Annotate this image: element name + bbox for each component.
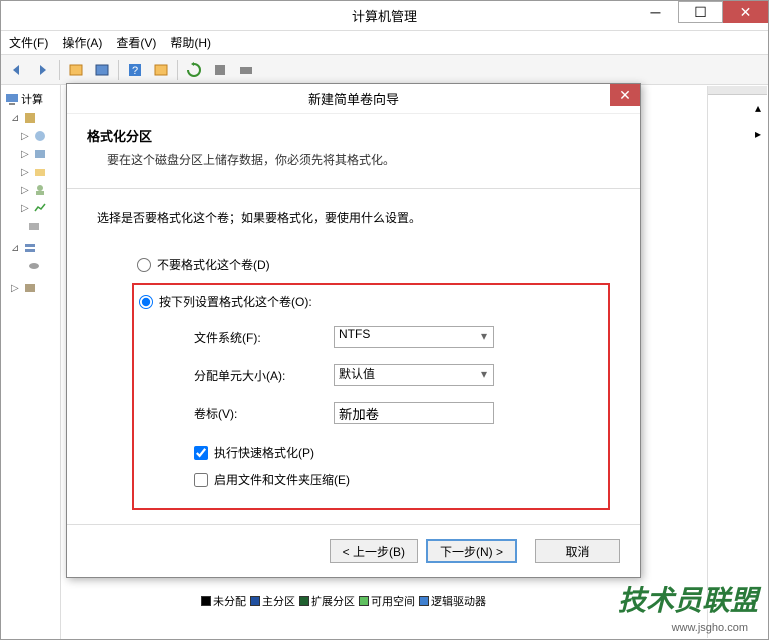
disk-icon — [27, 259, 41, 273]
menu-bar: 文件(F) 操作(A) 查看(V) 帮助(H) — [1, 31, 768, 55]
event-icon — [33, 147, 47, 161]
dialog-instruction: 选择是否要格式化这个卷；如果要格式化，要使用什么设置。 — [97, 209, 610, 226]
menu-view[interactable]: 查看(V) — [116, 34, 156, 51]
svg-text:?: ? — [132, 65, 138, 77]
next-button[interactable]: 下一步(N) > — [426, 539, 517, 563]
compression-checkbox[interactable] — [194, 473, 208, 487]
dialog-body: 选择是否要格式化这个卷；如果要格式化，要使用什么设置。 不要格式化这个卷(D) … — [67, 189, 640, 530]
dialog-close-button[interactable]: ✕ — [610, 84, 640, 106]
device-icon — [27, 219, 41, 233]
toolbar-icon-2[interactable] — [90, 58, 114, 82]
tools-icon — [23, 111, 37, 125]
dialog-header-title: 格式化分区 — [87, 126, 620, 145]
disk-legend: 未分配 主分区 扩展分区 可用空间 逻辑驱动器 — [201, 593, 486, 609]
expand-icon[interactable]: ▷ — [11, 283, 21, 294]
window-title: 计算机管理 — [352, 6, 417, 25]
tree-item[interactable]: ▷ — [5, 163, 56, 181]
vollabel-row: 卷标(V): — [194, 402, 608, 424]
close-button[interactable]: ✕ — [723, 1, 768, 23]
compression-row[interactable]: 启用文件和文件夹压缩(E) — [194, 471, 608, 488]
back-button[interactable]: < 上一步(B) — [330, 539, 418, 563]
alloc-select[interactable]: 默认值 — [334, 364, 494, 386]
radio-no-format-label: 不要格式化这个卷(D) — [157, 256, 270, 273]
arrow-right-icon[interactable]: ▸ — [755, 127, 761, 141]
filesystem-row: 文件系统(F): NTFS — [194, 326, 608, 348]
legend-item: 逻辑驱动器 — [419, 593, 486, 609]
users-icon — [33, 183, 47, 197]
compression-label: 启用文件和文件夹压缩(E) — [214, 471, 350, 488]
legend-item: 未分配 — [201, 593, 246, 609]
refresh-icon[interactable] — [182, 58, 206, 82]
maximize-button[interactable]: ☐ — [678, 1, 723, 23]
tree-item[interactable]: ▷ — [5, 199, 56, 217]
watermark: 技术员联盟 — [618, 579, 758, 619]
tree-item[interactable] — [5, 217, 56, 235]
vollabel-label: 卷标(V): — [194, 405, 334, 422]
tree-item[interactable]: ▷ — [5, 127, 56, 145]
storage-icon — [23, 241, 37, 255]
filesystem-label: 文件系统(F): — [194, 329, 334, 346]
radio-no-format-row[interactable]: 不要格式化这个卷(D) — [137, 256, 610, 273]
tree-item[interactable]: ⊿ — [5, 109, 56, 127]
filesystem-select[interactable]: NTFS — [334, 326, 494, 348]
quick-format-row[interactable]: 执行快速格式化(P) — [194, 444, 608, 461]
back-button[interactable] — [5, 58, 29, 82]
expand-icon[interactable]: ▷ — [21, 131, 31, 142]
menu-action[interactable]: 操作(A) — [62, 34, 102, 51]
watermark-url: www.jsgho.com — [672, 622, 748, 634]
expand-icon[interactable]: ▷ — [21, 203, 31, 214]
tree-item[interactable]: ▷ — [5, 279, 56, 297]
legend-item: 可用空间 — [359, 593, 415, 609]
radio-format[interactable] — [139, 295, 153, 309]
legend-item: 主分区 — [250, 593, 295, 609]
expand-icon[interactable]: ▷ — [21, 185, 31, 196]
expand-icon[interactable]: ▷ — [21, 149, 31, 160]
alloc-row: 分配单元大小(A): 默认值 — [194, 364, 608, 386]
minimize-button[interactable]: ─ — [633, 1, 678, 23]
quick-format-label: 执行快速格式化(P) — [214, 444, 314, 461]
collapse-icon[interactable]: ⊿ — [11, 113, 21, 124]
perf-icon — [33, 201, 47, 215]
dialog-header: 格式化分区 要在这个磁盘分区上储存数据，你必须先将其格式化。 — [67, 114, 640, 180]
toolbar: ? — [1, 55, 768, 85]
dialog-title-bar: 新建简单卷向导 ✕ — [67, 84, 640, 114]
quick-format-checkbox[interactable] — [194, 446, 208, 460]
forward-button[interactable] — [31, 58, 55, 82]
toolbar-icon-5[interactable] — [234, 58, 258, 82]
folder-icon — [33, 129, 47, 143]
dropdown-arrow-icon[interactable]: ▴ — [755, 101, 761, 115]
services-icon — [23, 281, 37, 295]
vollabel-input[interactable] — [334, 402, 494, 424]
wizard-dialog: 新建简单卷向导 ✕ 格式化分区 要在这个磁盘分区上储存数据，你必须先将其格式化。… — [66, 83, 641, 578]
toolbar-icon-4[interactable] — [208, 58, 232, 82]
tree-root[interactable]: 计算 — [5, 89, 56, 109]
shared-icon — [33, 165, 47, 179]
expand-icon[interactable]: ▷ — [21, 167, 31, 178]
radio-format-label: 按下列设置格式化这个卷(O): — [159, 293, 312, 310]
computer-icon — [5, 92, 19, 106]
dialog-title: 新建简单卷向导 — [308, 89, 399, 108]
actions-header — [708, 86, 767, 95]
toolbar-icon-3[interactable] — [149, 58, 173, 82]
menu-help[interactable]: 帮助(H) — [170, 34, 211, 51]
tree-item[interactable]: ▷ — [5, 181, 56, 199]
help-icon[interactable]: ? — [123, 58, 147, 82]
radio-format-row[interactable]: 按下列设置格式化这个卷(O): — [139, 293, 608, 310]
cancel-button[interactable]: 取消 — [535, 539, 620, 563]
dialog-footer: < 上一步(B) 下一步(N) > 取消 — [67, 524, 640, 577]
tree-item[interactable]: ▷ — [5, 145, 56, 163]
window-title-bar: 计算机管理 ─ ☐ ✕ — [1, 1, 768, 31]
dialog-header-desc: 要在这个磁盘分区上储存数据，你必须先将其格式化。 — [87, 151, 620, 168]
tree-item[interactable]: ⊿ — [5, 239, 56, 257]
tree-item[interactable] — [5, 257, 56, 275]
tree-panel: 计算 ⊿ ▷ ▷ ▷ ▷ ▷ — [1, 85, 61, 639]
highlight-box: 按下列设置格式化这个卷(O): 文件系统(F): NTFS 分配单元大小(A):… — [132, 283, 610, 510]
alloc-label: 分配单元大小(A): — [194, 367, 334, 384]
menu-file[interactable]: 文件(F) — [9, 34, 48, 51]
radio-no-format[interactable] — [137, 258, 151, 272]
collapse-icon[interactable]: ⊿ — [11, 243, 21, 254]
legend-item: 扩展分区 — [299, 593, 355, 609]
actions-panel: ▴ ▸ — [707, 86, 767, 638]
toolbar-icon-1[interactable] — [64, 58, 88, 82]
